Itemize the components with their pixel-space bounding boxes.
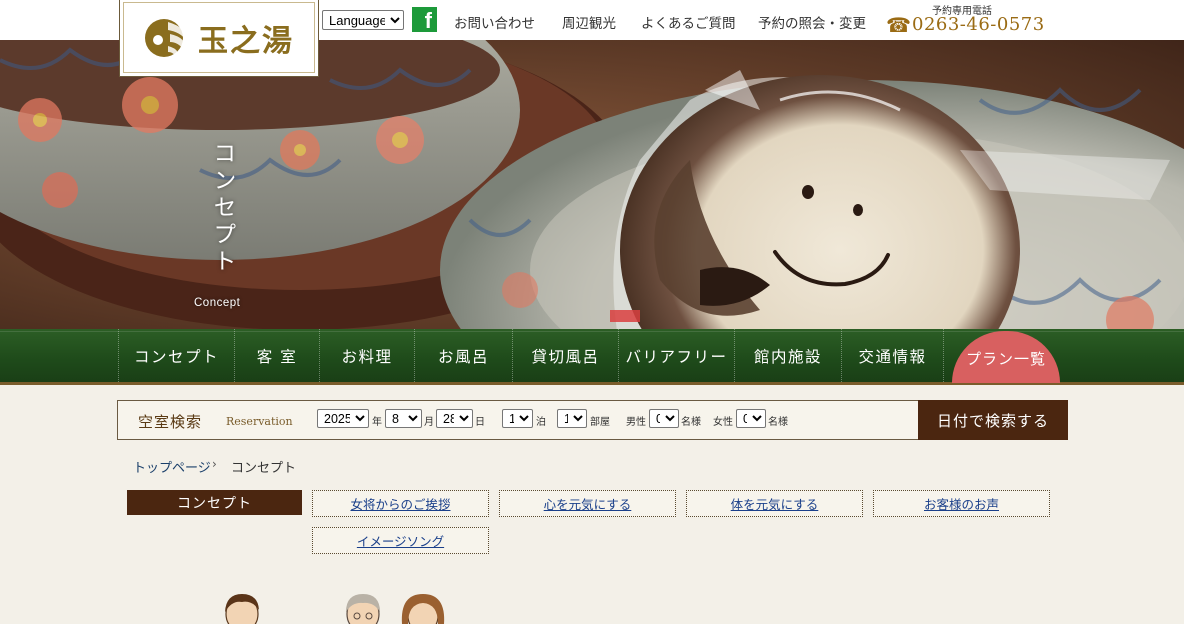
staff-illustration-elder	[346, 594, 380, 624]
reservation-search: 空室検索 Reservation 2025 年 8 月 28 日 1 泊 1 部…	[117, 400, 1068, 440]
female-unit: 名様	[768, 417, 788, 428]
subtab-okami-greeting[interactable]: 女将からのご挨拶	[312, 490, 489, 517]
logo-emblem-icon	[145, 18, 187, 58]
sightseeing-link[interactable]: 周辺観光	[562, 12, 616, 32]
nav-item-facilities[interactable]: 館内施設	[734, 329, 841, 382]
hero-title: コンセプト	[209, 141, 235, 276]
subtab-customer-voice[interactable]: お客様のお声	[873, 490, 1050, 517]
male-unit: 名様	[681, 417, 701, 428]
breadcrumb-current: コンセプト	[231, 461, 297, 476]
female-select[interactable]: 0	[736, 409, 766, 428]
year-select[interactable]: 2025	[317, 409, 369, 428]
month-select[interactable]: 8	[385, 409, 422, 428]
subtab-body[interactable]: 体を元気にする	[686, 490, 863, 517]
male-select[interactable]: 0	[649, 409, 679, 428]
staff-illustration-woman	[401, 594, 445, 624]
phone-number[interactable]: 0263-46-0573	[912, 14, 1045, 35]
facebook-glyph: f	[424, 8, 432, 33]
day-select[interactable]: 28	[436, 409, 473, 428]
reservation-subtitle: Reservation	[226, 415, 293, 428]
faq-link[interactable]: よくあるご質問	[641, 12, 736, 32]
subtab-heart[interactable]: 心を元気にする	[499, 490, 676, 517]
hero-photo	[0, 40, 1184, 330]
rooms-unit: 部屋	[590, 417, 610, 428]
rooms-select[interactable]: 1	[557, 409, 587, 428]
date-search-button[interactable]: 日付で検索する	[918, 400, 1068, 440]
telephone-icon: ☎	[886, 13, 911, 37]
male-label: 男性	[626, 417, 646, 428]
reservation-title: 空室検索	[138, 413, 203, 431]
female-label: 女性	[713, 417, 733, 428]
nav-item-private-bath[interactable]: 貸切風呂	[512, 329, 618, 382]
nights-unit: 泊	[536, 417, 546, 428]
nights-select[interactable]: 1	[502, 409, 533, 428]
nav-item-concept[interactable]: コンセプト	[118, 329, 234, 382]
nav-item-cuisine[interactable]: お料理	[319, 329, 414, 382]
month-unit: 月	[424, 417, 434, 428]
nav-item-bath[interactable]: お風呂	[414, 329, 512, 382]
logo-text: 玉之湯	[198, 23, 294, 59]
reservation-check-link[interactable]: 予約の照会・変更	[758, 12, 866, 32]
subtab-image-song[interactable]: イメージソング	[312, 527, 489, 554]
nav-item-rooms[interactable]: 客 室	[234, 329, 319, 382]
breadcrumb-home[interactable]: トップページ	[133, 457, 211, 476]
facebook-icon[interactable]: f	[412, 7, 437, 32]
day-unit: 日	[475, 417, 485, 428]
subtab-concept[interactable]: コンセプト	[127, 490, 302, 515]
breadcrumb-separator: ›	[212, 457, 217, 471]
hero-banner: コンセプト Concept	[0, 40, 1184, 330]
nav-item-access[interactable]: 交通情報	[841, 329, 944, 382]
language-select[interactable]: Language	[322, 10, 404, 30]
hero-subtitle: Concept	[194, 297, 241, 309]
staff-illustration-man	[225, 594, 259, 624]
site-logo[interactable]: 玉之湯	[119, 0, 319, 77]
year-unit: 年	[372, 417, 382, 428]
nav-item-barrier-free[interactable]: バリアフリー	[618, 329, 734, 382]
contact-link[interactable]: お問い合わせ	[454, 12, 535, 32]
